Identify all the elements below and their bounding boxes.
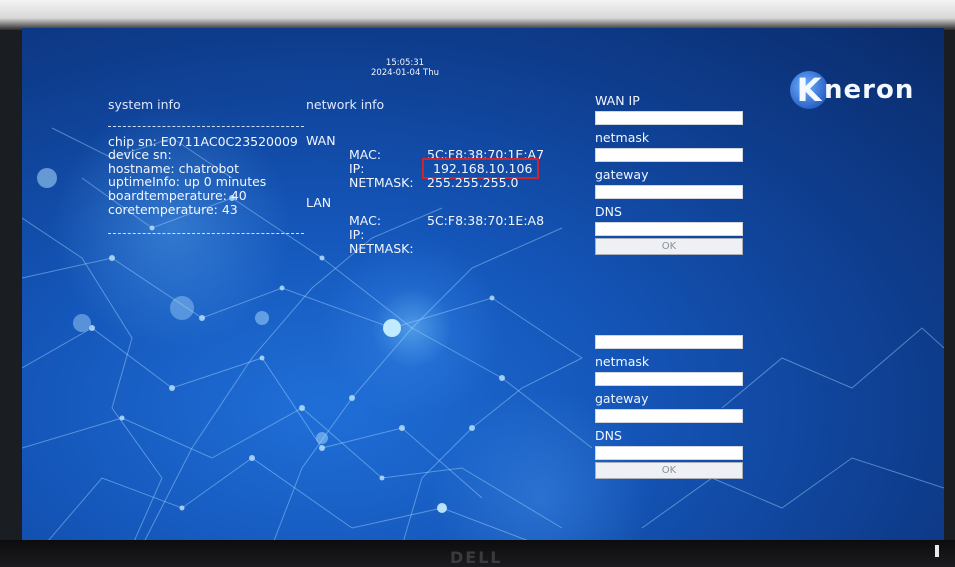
logo-k-mark: K [790, 71, 828, 109]
wan-ok-button[interactable]: OK [595, 238, 743, 255]
wan-dns-field-label: DNS [595, 204, 622, 219]
lan-ip-input[interactable] [595, 335, 743, 349]
lan-gateway-field-label: gateway [595, 391, 649, 406]
wan-dns-input[interactable] [595, 222, 743, 236]
wan-gateway-field-label: gateway [595, 167, 649, 182]
core-temperature: coretemperature: 43 [108, 202, 238, 217]
wan-ip-input[interactable] [595, 111, 743, 125]
uptime-info: uptimeInfo: up 0 minutes [108, 174, 267, 189]
lan-ip-label: IP: [349, 227, 365, 242]
wan-mac-label: MAC: [349, 147, 382, 162]
logo-wordmark: neron [824, 75, 915, 105]
wan-netmask-input[interactable] [595, 148, 743, 162]
system-info-heading: system info [108, 97, 181, 112]
power-led-icon [935, 545, 939, 557]
lan-label: LAN [306, 195, 332, 210]
network-info-heading: network info [306, 97, 385, 112]
lan-mac-value: 5C:F8:38:70:1E:A8 [427, 213, 545, 228]
wan-gateway-input[interactable] [595, 185, 743, 199]
monitor-bezel-top [0, 0, 955, 30]
clock-time: 15:05:31 [385, 58, 425, 68]
lan-netmask-field-label: netmask [595, 354, 650, 369]
wan-ip-label: IP: [349, 161, 365, 176]
clock-date: 2024-01-04 Thu [370, 68, 440, 78]
monitor-brand-logo: DELL [450, 548, 503, 567]
wan-ip-field-label: WAN IP [595, 93, 640, 108]
lan-netmask-label: NETMASK: [349, 241, 414, 256]
lan-gateway-input[interactable] [595, 409, 743, 423]
divider [108, 233, 304, 234]
wan-label: WAN [306, 133, 336, 148]
device-sn: device sn: [108, 147, 172, 162]
kneron-logo: K neron [790, 68, 914, 112]
wan-netmask-label: NETMASK: [349, 175, 414, 190]
lan-dns-field-label: DNS [595, 428, 622, 443]
lan-ok-button[interactable]: OK [595, 462, 743, 479]
lan-dns-input[interactable] [595, 446, 743, 460]
board-temperature: boardtemperature: 40 [108, 188, 247, 203]
divider [108, 126, 304, 127]
lan-netmask-input[interactable] [595, 372, 743, 386]
desktop-screen: 15:05:31 2024-01-04 Thu K neron system i… [22, 28, 944, 546]
wan-netmask-field-label: netmask [595, 130, 650, 145]
lan-mac-label: MAC: [349, 213, 382, 228]
wan-netmask-value: 255.255.255.0 [427, 175, 519, 190]
